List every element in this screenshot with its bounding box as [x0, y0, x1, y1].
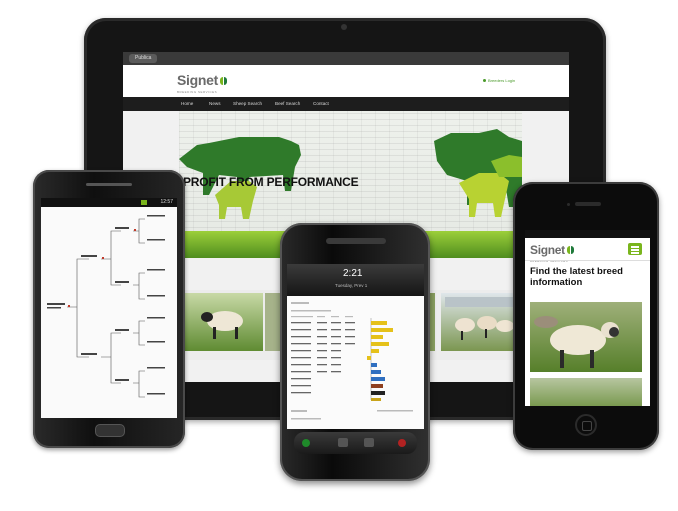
mobile-logo-text: Signet — [530, 243, 565, 257]
hamburger-menu-icon[interactable] — [628, 243, 642, 255]
call-key-icon[interactable] — [302, 439, 310, 447]
blackberry-key-row — [294, 432, 417, 454]
iphone-home-button[interactable] — [575, 414, 597, 436]
nav-item-beef-search[interactable]: Beef Search — [275, 97, 300, 111]
nav-item-sheep-search[interactable]: Sheep Search — [233, 97, 262, 111]
header-divider — [525, 260, 650, 261]
iphone-status-bar — [525, 230, 650, 238]
iphone-camera — [567, 203, 570, 206]
sheep-photo-2[interactable] — [530, 378, 642, 406]
breed-info-heading: Find the latest breed information — [530, 266, 623, 288]
back-key-icon[interactable] — [364, 438, 374, 447]
login-label: Breeders Login — [488, 78, 516, 83]
browser-toolbar: Publica — [123, 52, 569, 65]
android-speaker — [86, 183, 132, 186]
iphone-screen: Signet BREEDING SERVICES Find the latest… — [525, 230, 650, 406]
nav-item-news[interactable]: News — [209, 97, 221, 111]
ebv-table — [287, 296, 424, 429]
sheep-thumbnail[interactable] — [183, 293, 263, 351]
nav-item-home[interactable]: Home — [181, 97, 193, 111]
android-status-bar: 12:57 — [41, 198, 177, 207]
site-logo[interactable]: Signet BREEDING SERVICES — [177, 72, 228, 94]
pedigree-tree — [47, 215, 165, 398]
android-screen: 12:57 — [41, 198, 177, 418]
sheep-image — [201, 311, 243, 339]
mobile-logo-mark-icon — [566, 245, 575, 255]
blackberry-time: 2:21 — [343, 268, 363, 279]
blackberry-speaker — [326, 238, 386, 244]
logo-subtitle: BREEDING SERVICES — [177, 90, 218, 94]
sheep-thumbnail[interactable] — [441, 293, 519, 351]
nav-item-contact[interactable]: Contact — [313, 97, 329, 111]
logo-text: Signet — [177, 72, 218, 88]
blackberry-date: Tuesday, Prev 1 — [335, 283, 368, 288]
sheep-flock-image — [445, 297, 515, 340]
login-icon — [483, 79, 486, 82]
main-nav: Home News Sheep Search Beef Search Conta… — [123, 97, 569, 111]
blackberry-screen: 2:21 Tuesday, Prev 1 — [287, 264, 424, 429]
end-call-key-icon[interactable] — [398, 439, 406, 447]
blackberry-header: 2:21 Tuesday, Prev 1 — [287, 264, 424, 296]
battery-icon — [141, 200, 147, 205]
sheep-photo-image — [534, 316, 619, 368]
browser-tab[interactable]: Publica — [129, 54, 158, 63]
site-header: Signet BREEDING SERVICES Breeders Login — [123, 65, 569, 97]
status-time: 12:57 — [160, 199, 173, 205]
login-link[interactable]: Breeders Login — [483, 78, 515, 83]
iphone-speaker — [575, 202, 601, 206]
hero-title: PROFIT FROM PERFORMANCE — [183, 175, 359, 189]
android-home-button[interactable] — [95, 424, 125, 437]
tablet-camera — [341, 24, 347, 30]
sheep-photo[interactable] — [530, 302, 642, 372]
menu-key-icon[interactable] — [338, 438, 348, 447]
logo-mark-icon — [219, 76, 228, 86]
